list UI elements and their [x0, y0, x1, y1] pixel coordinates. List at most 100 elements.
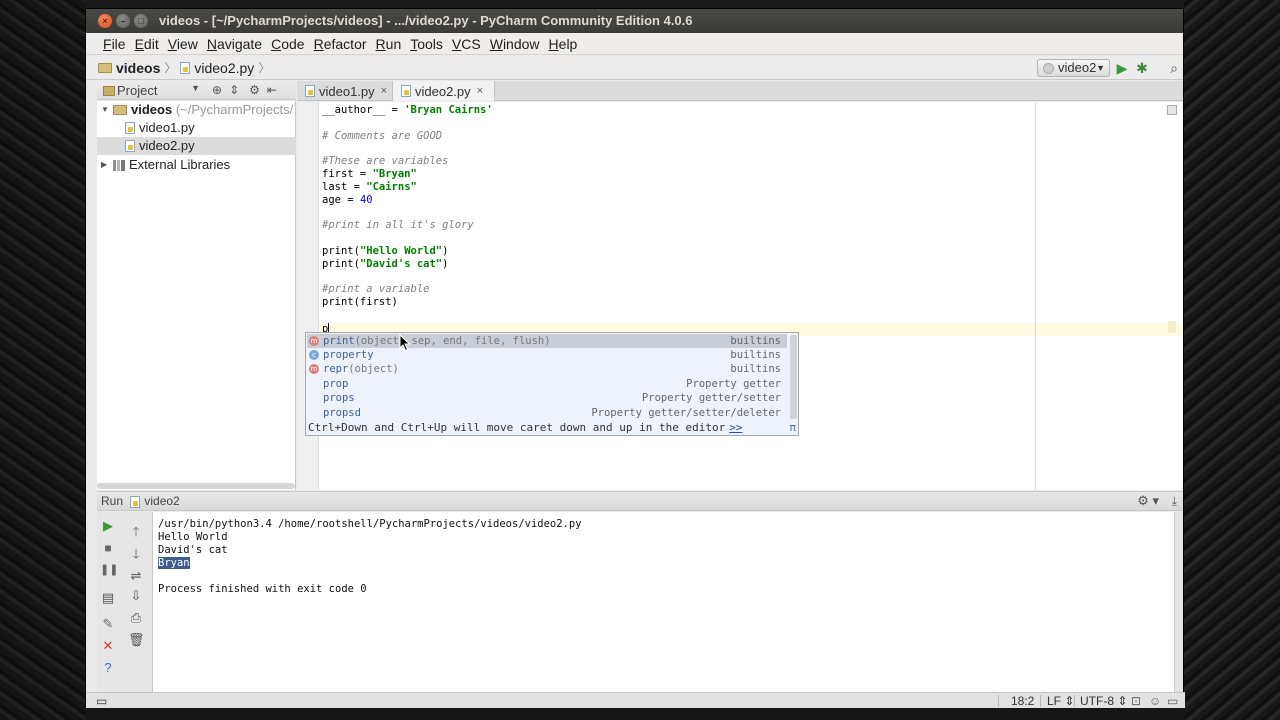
completion-item-props[interactable]: props Property getter/setter: [307, 391, 787, 405]
code-completion-popup: m print(object, sep, end, file, flush) b…: [305, 332, 799, 436]
code-line: last = "Cairns": [322, 181, 417, 193]
code-line: print("Hello World"): [322, 245, 449, 257]
pin-icon[interactable]: ✎: [100, 616, 116, 632]
python-file-icon: [401, 85, 411, 97]
search-icon[interactable]: ⌕: [1165, 59, 1183, 77]
code-line: #These are variables: [322, 155, 449, 167]
run-console[interactable]: /usr/bin/python3.4 /home/rootshell/Pycha…: [153, 512, 1174, 692]
help-icon[interactable]: ?: [100, 660, 116, 676]
line-separator-select[interactable]: LF ⇕: [1047, 694, 1074, 708]
collapse-icon[interactable]: ⇕: [229, 83, 239, 97]
sync-icon[interactable]: ⊕: [212, 83, 222, 97]
run-configuration-select[interactable]: video2 ▼: [1037, 59, 1110, 77]
completion-item-property[interactable]: c property builtins: [307, 348, 787, 362]
error-stripe-marker[interactable]: [1168, 321, 1176, 333]
python-file-icon: [125, 140, 135, 152]
python-file-icon: [130, 495, 141, 508]
completion-item-propsd[interactable]: propsd Property getter/setter/deleter: [307, 406, 787, 420]
completion-item-print[interactable]: m print(object, sep, end, file, flush) b…: [307, 334, 787, 348]
completion-hint-link[interactable]: >>: [729, 421, 742, 434]
run-panel-header: Run video2 ⚙ ▾ ⤓: [97, 491, 1183, 511]
tool-windows-icon[interactable]: ▭: [96, 694, 107, 708]
tree-horizontal-scrollbar[interactable]: [97, 483, 295, 489]
breadcrumb-project[interactable]: videos: [98, 60, 160, 76]
arrow-down-icon[interactable]: 🡓: [128, 546, 144, 562]
menu-help[interactable]: Help: [549, 36, 578, 52]
close-icon[interactable]: ✕: [100, 638, 116, 654]
menu-refactor[interactable]: Refactor: [314, 36, 367, 52]
encoding-select[interactable]: UTF-8 ⇕: [1080, 694, 1127, 708]
breadcrumb-file[interactable]: video2.py: [180, 60, 254, 76]
editor-tabs: video1.py × video2.py ×: [297, 81, 1183, 101]
console-line: Hello World: [158, 531, 228, 543]
trash-icon[interactable]: 🗑: [128, 632, 145, 648]
tab-video2[interactable]: video2.py ×: [393, 81, 495, 101]
menu-window[interactable]: Window: [490, 36, 540, 52]
title-bar: × – □ videos - [~/PycharmProjects/videos…: [86, 9, 1183, 33]
completion-scrollbar[interactable]: [790, 335, 797, 419]
menu-navigate[interactable]: Navigate: [207, 36, 262, 52]
run-tab-label[interactable]: video2: [144, 494, 179, 508]
code-line: __author__ = 'Bryan Cairns': [322, 104, 493, 116]
maximize-window-button[interactable]: □: [134, 14, 148, 28]
hide-panel-icon[interactable]: ⇤: [267, 83, 277, 97]
menu-run[interactable]: Run: [376, 36, 402, 52]
rerun-icon[interactable]: ▶: [100, 518, 116, 534]
scroll-to-end-icon[interactable]: ⇩: [128, 588, 144, 604]
navigation-bar: videos 〉 video2.py 〉 video2 ▼ ▶ ✱ ⌕: [86, 56, 1183, 80]
project-tree: ▼ videos (~/PycharmProjects/ video1.py v…: [97, 101, 296, 490]
gear-icon[interactable]: ⚙ ▾: [1137, 492, 1159, 510]
python-file-icon: [305, 85, 315, 97]
caret-position[interactable]: 18:2: [1011, 694, 1034, 708]
tree-item-root[interactable]: ▼ videos (~/PycharmProjects/: [101, 101, 293, 119]
console-scrollbar[interactable]: [1174, 512, 1183, 692]
menu-tools[interactable]: Tools: [410, 36, 443, 52]
tree-item-external-libraries[interactable]: ▶ External Libraries: [101, 156, 230, 174]
method-icon: m: [309, 336, 319, 346]
status-bar: ▭ 18:2 LF ⇕ UTF-8 ⇕ ⊡ ☺ ▭: [86, 692, 1185, 708]
inspector-icon[interactable]: ☺: [1149, 694, 1161, 708]
project-panel-header: Project ▼ ⊕ ⇕ ⚙ ⇤: [97, 81, 296, 100]
event-log-icon[interactable]: ▭: [1167, 694, 1178, 708]
console-line: Process finished with exit code 0: [158, 583, 367, 595]
menu-file[interactable]: File: [103, 36, 126, 52]
hide-panel-icon[interactable]: ⤓: [1172, 492, 1177, 510]
folder-icon: [113, 105, 127, 115]
debug-icon[interactable]: ✱: [1133, 59, 1151, 77]
arrow-up-icon[interactable]: 🡑: [128, 524, 144, 540]
pi-icon[interactable]: π: [789, 421, 796, 434]
layout-icon[interactable]: ▤: [100, 590, 116, 606]
close-window-button[interactable]: ×: [98, 14, 112, 28]
tree-item-video1[interactable]: video1.py: [125, 119, 195, 137]
pause-icon[interactable]: ❚❚: [100, 562, 118, 578]
tree-item-video2[interactable]: video2.py: [97, 137, 296, 155]
gear-icon[interactable]: ⚙: [249, 83, 260, 97]
python-file-icon: [180, 61, 191, 74]
folder-icon: [98, 62, 112, 73]
tab-video1[interactable]: video1.py ×: [297, 81, 393, 101]
lock-icon[interactable]: ⊡: [1131, 694, 1141, 708]
run-icon[interactable]: ▶: [1113, 59, 1131, 77]
stop-icon[interactable]: ■: [100, 540, 116, 556]
code-line: #print a variable: [322, 283, 430, 295]
menu-vcs[interactable]: VCS: [452, 36, 481, 52]
close-tab-icon[interactable]: ×: [381, 82, 387, 101]
inspection-status-icon[interactable]: [1167, 105, 1177, 115]
project-view-select[interactable]: Project ▼: [103, 83, 200, 98]
code-line: #print in all it's glory: [322, 219, 474, 231]
code-line: first = "Bryan": [322, 168, 417, 180]
close-tab-icon[interactable]: ×: [477, 82, 483, 101]
status-separator: [998, 695, 999, 707]
print-icon[interactable]: ⎙: [128, 610, 144, 626]
method-icon: m: [309, 364, 319, 374]
menu-code[interactable]: Code: [271, 36, 304, 52]
menu-view[interactable]: View: [168, 36, 198, 52]
completion-item-prop[interactable]: prop Property getter: [307, 377, 787, 391]
console-line: David's cat: [158, 544, 228, 556]
soft-wrap-icon[interactable]: ⇌: [128, 568, 144, 584]
menu-edit[interactable]: Edit: [135, 36, 159, 52]
desktop-background-left: [0, 0, 85, 720]
minimize-window-button[interactable]: –: [116, 14, 130, 28]
mouse-pointer-icon: [399, 334, 411, 352]
completion-item-repr[interactable]: m repr(object) builtins: [307, 362, 787, 376]
